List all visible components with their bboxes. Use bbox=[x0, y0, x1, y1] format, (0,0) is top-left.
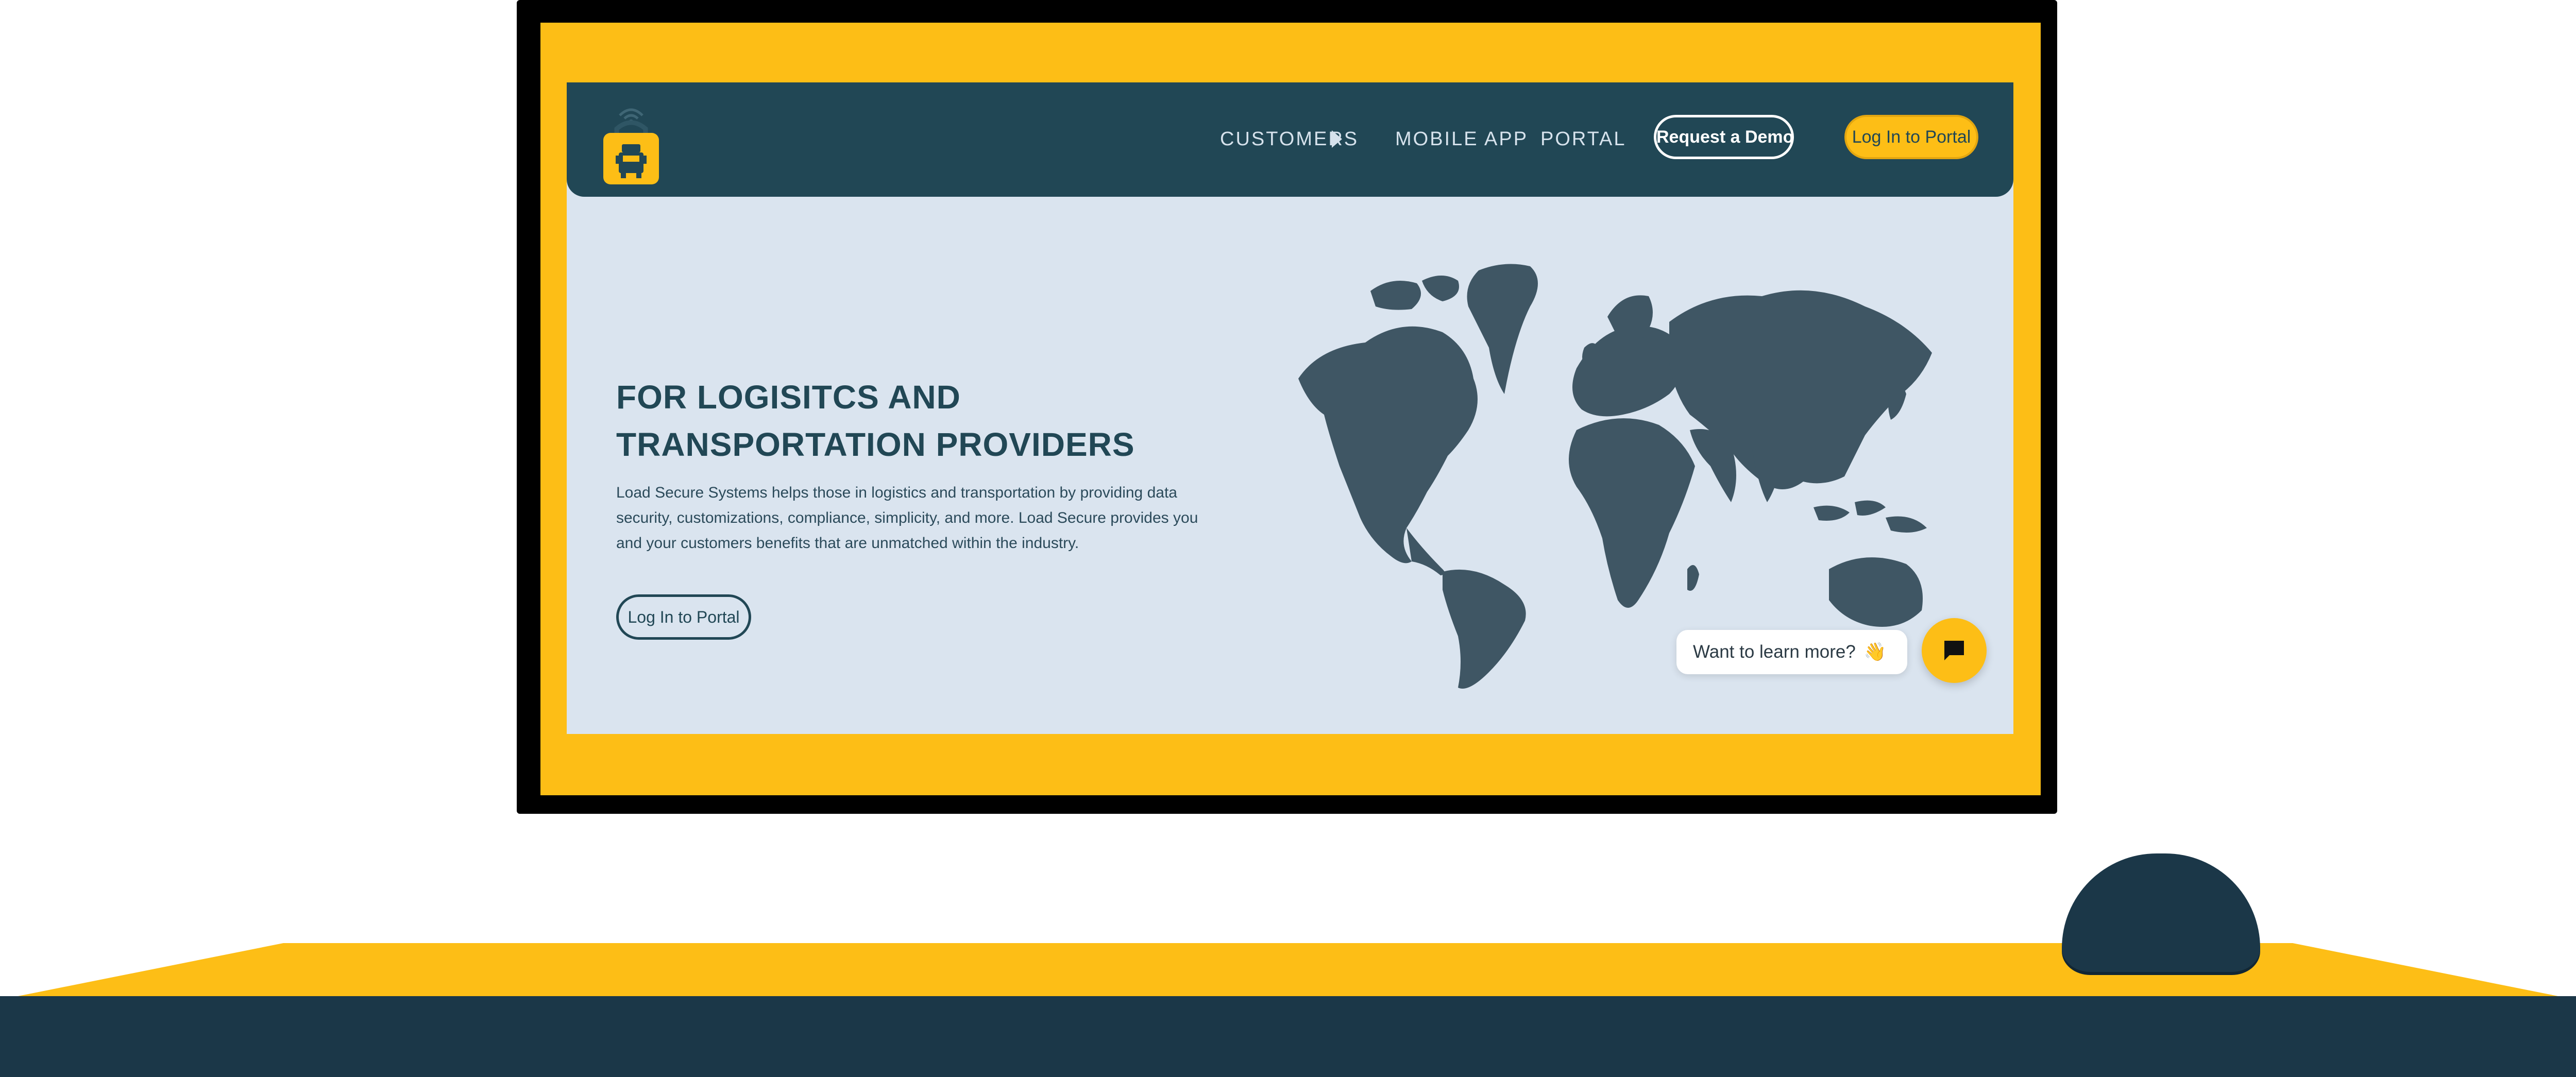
chat-prompt-text: Want to learn more? bbox=[1693, 642, 1856, 662]
hero-login-button[interactable]: Log In to Portal bbox=[616, 594, 751, 640]
chat-launcher-button[interactable] bbox=[1922, 618, 1987, 683]
hero-title-line-1: FOR LOGISITCS AND bbox=[616, 379, 961, 416]
nav-login-button[interactable]: Log In to Portal bbox=[1844, 115, 1978, 159]
nav-mobile-app[interactable]: MOBILE APP bbox=[1395, 126, 1528, 152]
lock-truck-logo-icon[interactable] bbox=[600, 93, 662, 186]
hero-description: Load Secure Systems helps those in logis… bbox=[616, 484, 1198, 552]
chat-icon bbox=[1944, 641, 1964, 660]
top-nav: CUSTOMERS MOBILE APP PORTAL Request a De… bbox=[567, 82, 2013, 197]
wave-icon: 👋 bbox=[1863, 642, 1887, 662]
chevron-right-icon[interactable] bbox=[1332, 130, 1342, 148]
hero-title: FOR LOGISITCS AND TRANSPORTATION PROVIDE… bbox=[616, 373, 1286, 468]
nav-portal[interactable]: PORTAL bbox=[1540, 126, 1626, 152]
desk-dome-object bbox=[2062, 853, 2260, 972]
chat-prompt-bubble[interactable]: Want to learn more? 👋 bbox=[1676, 630, 1907, 674]
website-screen: CUSTOMERS MOBILE APP PORTAL Request a De… bbox=[567, 82, 2013, 734]
request-demo-button[interactable]: Request a Demo bbox=[1654, 115, 1794, 159]
hero-title-line-2: TRANSPORTATION PROVIDERS bbox=[616, 426, 1135, 463]
floor-band bbox=[0, 996, 2576, 1077]
